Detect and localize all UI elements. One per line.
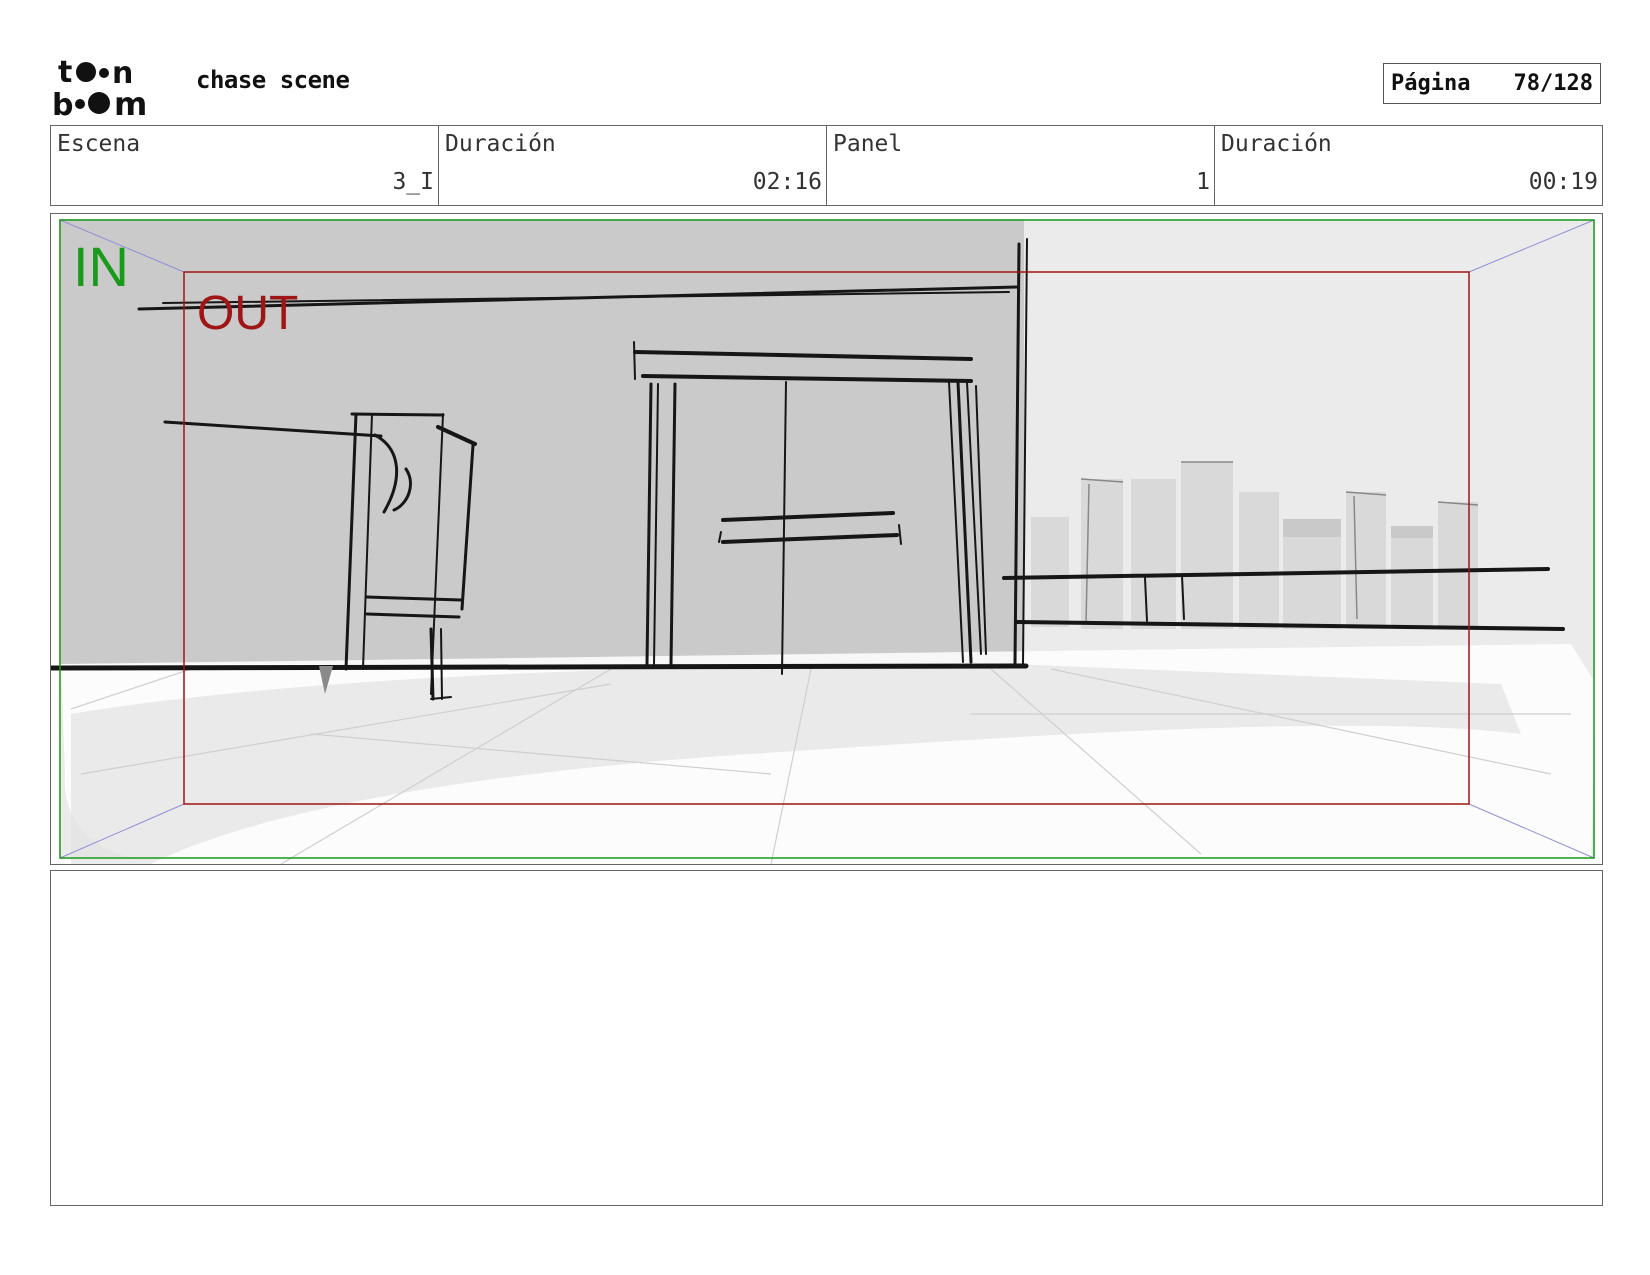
svg-text:b: b	[52, 88, 73, 118]
in-frame-label: IN	[73, 235, 129, 298]
panel-duration-label: Duración	[1221, 131, 1332, 157]
page-label: Página	[1391, 71, 1471, 96]
scene-label: Escena	[57, 131, 141, 157]
notes-area[interactable]	[50, 870, 1603, 1206]
page-number: 78/128	[1513, 71, 1593, 96]
scene-info-row: Escena 3_I Duración 02:16 Panel 1 Duraci…	[50, 125, 1603, 206]
out-frame-label: OUT	[197, 287, 299, 340]
scene-value: 3_I	[392, 169, 434, 195]
scene-cell: Escena 3_I	[51, 126, 439, 205]
panel-duration-value: 00:19	[1528, 169, 1598, 195]
panel-value: 1	[1196, 169, 1210, 195]
panel-duration-cell: Duración 00:19	[1215, 126, 1602, 205]
project-title: chase scene	[196, 66, 350, 94]
panel-cell: Panel 1	[827, 126, 1215, 205]
page-indicator: Página 78/128	[1383, 63, 1601, 104]
svg-text:t: t	[58, 55, 72, 90]
storyboard-panel: IN OUT	[50, 213, 1603, 865]
scene-duration-cell: Duración 02:16	[439, 126, 827, 205]
scene-duration-label: Duración	[445, 131, 556, 157]
panel-label: Panel	[833, 131, 903, 157]
toon-boom-logo: t n b m	[52, 52, 172, 123]
svg-text:m: m	[114, 85, 147, 118]
scene-duration-value: 02:16	[752, 169, 822, 195]
